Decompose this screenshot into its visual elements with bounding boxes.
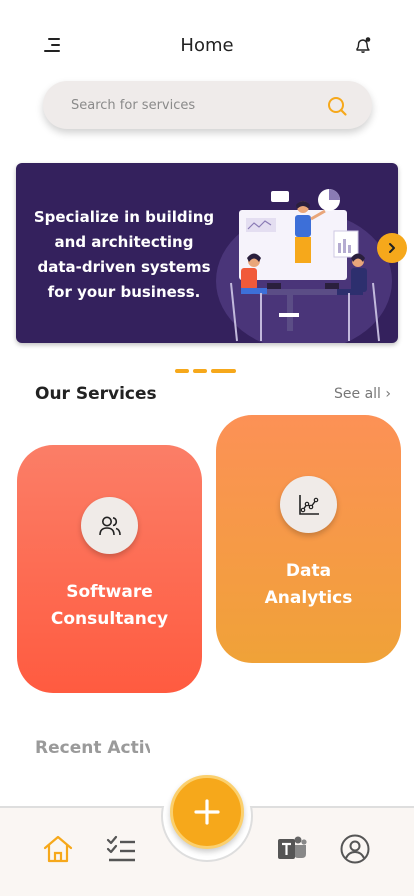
users-icon bbox=[81, 497, 138, 554]
nav-tasks[interactable] bbox=[105, 833, 137, 865]
carousel-dot[interactable] bbox=[175, 369, 189, 373]
search-icon[interactable] bbox=[326, 95, 348, 117]
chevron-right-icon bbox=[389, 243, 395, 253]
banner-line: data-driven systems bbox=[37, 258, 211, 276]
page-title: Home bbox=[180, 35, 234, 56]
service-card-data-analytics[interactable]: Data Analytics bbox=[216, 415, 401, 663]
card-label-line: Software bbox=[66, 582, 153, 602]
carousel-dot-active[interactable] bbox=[211, 369, 236, 373]
card-label-line: Data bbox=[285, 561, 332, 581]
profile-icon bbox=[340, 834, 370, 864]
nav-home[interactable] bbox=[42, 833, 74, 865]
chart-icon bbox=[280, 476, 337, 533]
see-all-link[interactable]: See all › bbox=[334, 386, 391, 402]
carousel-dot[interactable] bbox=[193, 369, 207, 373]
card-label: Software Consultancy bbox=[17, 579, 202, 633]
card-label-line: Analytics bbox=[264, 588, 353, 608]
banner-next-button[interactable] bbox=[377, 233, 407, 263]
search-input[interactable] bbox=[71, 93, 311, 117]
carousel-indicator bbox=[175, 369, 236, 373]
card-label: Data Analytics bbox=[216, 558, 401, 612]
home-icon bbox=[43, 835, 73, 863]
banner-line: Specialize in building bbox=[33, 208, 215, 226]
bell-icon[interactable] bbox=[354, 36, 372, 54]
banner-line: and architecting bbox=[54, 233, 194, 251]
search-bar bbox=[43, 81, 372, 129]
services-title: Our Services bbox=[35, 384, 157, 404]
card-label-line: Consultancy bbox=[50, 609, 169, 629]
service-card-software-consultancy[interactable]: Software Consultancy bbox=[17, 445, 202, 693]
banner-line: for your business. bbox=[47, 283, 201, 301]
add-button[interactable] bbox=[170, 775, 244, 849]
promo-banner[interactable]: Specialize in building and architecting … bbox=[16, 163, 398, 343]
nav-profile[interactable] bbox=[339, 833, 371, 865]
tasks-icon bbox=[106, 835, 135, 862]
nav-teams[interactable] bbox=[276, 833, 308, 865]
plus-icon bbox=[194, 799, 220, 825]
app-header: Home bbox=[0, 0, 414, 90]
teams-icon bbox=[278, 836, 307, 859]
banner-text: Specialize in building and architecting … bbox=[24, 205, 224, 305]
meeting-illustration bbox=[216, 189, 392, 343]
